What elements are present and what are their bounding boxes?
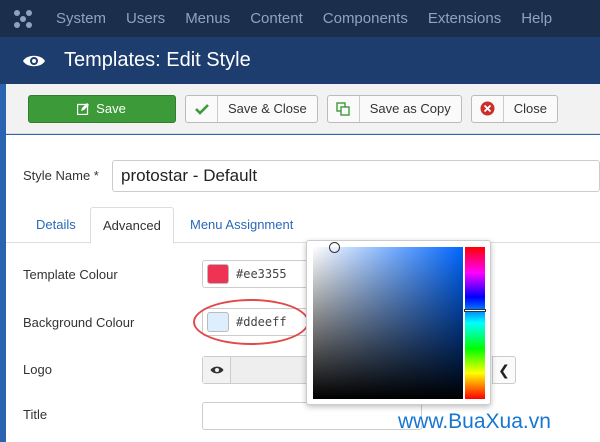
logo-label: Logo bbox=[23, 362, 52, 377]
save-close-label: Save & Close bbox=[228, 101, 307, 116]
save-as-copy-label: Save as Copy bbox=[369, 101, 451, 116]
color-picker-popup bbox=[306, 240, 491, 405]
template-colour-field[interactable]: #ee3355 bbox=[202, 260, 308, 288]
toolbar: Save Save & Close Save as Copy Close bbox=[6, 84, 600, 134]
style-name-label: Style Name * bbox=[23, 168, 99, 183]
close-icon bbox=[472, 95, 504, 122]
title-label: Title bbox=[23, 407, 48, 422]
nav-users[interactable]: Users bbox=[116, 0, 175, 37]
page-header: Templates: Edit Style bbox=[0, 37, 600, 84]
close-button[interactable]: Close bbox=[470, 94, 558, 123]
nav-help[interactable]: Help bbox=[511, 0, 562, 37]
hue-handle[interactable] bbox=[464, 309, 486, 312]
save-as-copy-button[interactable]: Save as Copy bbox=[326, 94, 462, 123]
check-icon bbox=[186, 95, 218, 122]
save-close-button[interactable]: Save & Close bbox=[185, 94, 318, 123]
tab-bar: Details Advanced Menu Assignment bbox=[6, 207, 600, 244]
template-colour-value: #ee3355 bbox=[236, 267, 287, 281]
tab-menu-assignment[interactable]: Menu Assignment bbox=[178, 207, 305, 243]
nav-content[interactable]: Content bbox=[240, 0, 313, 37]
close-label: Close bbox=[513, 101, 547, 116]
edit-form: Style Name * protostar - Default Details… bbox=[6, 135, 600, 442]
chevron-left-icon: ❮ bbox=[498, 361, 510, 378]
save-label: Save bbox=[96, 101, 126, 116]
nav-system[interactable]: System bbox=[46, 0, 116, 37]
style-name-input[interactable]: protostar - Default bbox=[112, 160, 600, 192]
tab-advanced[interactable]: Advanced bbox=[90, 207, 174, 244]
saturation-handle[interactable] bbox=[329, 242, 340, 253]
page-title: Templates: Edit Style bbox=[64, 49, 251, 71]
nav-menus[interactable]: Menus bbox=[175, 0, 240, 37]
save-button[interactable]: Save bbox=[28, 94, 176, 123]
template-colour-swatch[interactable] bbox=[207, 264, 229, 284]
highlight-oval bbox=[193, 299, 309, 345]
nav-extensions[interactable]: Extensions bbox=[418, 0, 511, 37]
background-colour-label: Background Colour bbox=[23, 315, 135, 330]
saturation-value-area[interactable] bbox=[313, 247, 463, 399]
copy-icon bbox=[328, 95, 360, 122]
app-window: System Users Menus Content Components Ex… bbox=[0, 0, 600, 442]
joomla-logo-icon[interactable] bbox=[0, 0, 46, 37]
template-colour-label: Template Colour bbox=[23, 267, 118, 282]
title-input[interactable] bbox=[202, 402, 422, 430]
preview-eye-icon[interactable] bbox=[203, 357, 231, 383]
nav-components[interactable]: Components bbox=[313, 0, 418, 37]
hue-slider[interactable] bbox=[465, 247, 485, 399]
eye-icon bbox=[22, 53, 50, 69]
logo-media-field[interactable] bbox=[202, 356, 312, 384]
tab-details[interactable]: Details bbox=[24, 207, 88, 243]
top-navigation: System Users Menus Content Components Ex… bbox=[0, 0, 600, 37]
watermark: www.BuaXua.vn bbox=[398, 410, 551, 433]
logo-clear-button[interactable]: ❮ bbox=[492, 356, 516, 384]
edit-icon bbox=[74, 96, 92, 122]
